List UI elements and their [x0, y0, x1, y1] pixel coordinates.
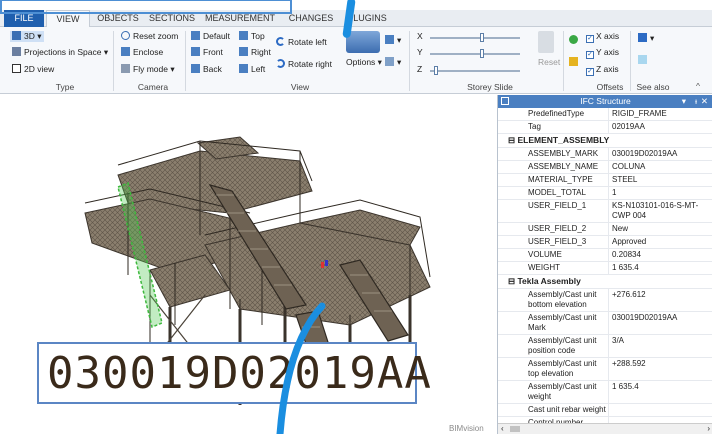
bimvision-app: FILE VIEW OBJECTS SECTIONS MEASUREMENT C… [0, 0, 712, 434]
annotation-stroke-bottom [276, 302, 326, 434]
